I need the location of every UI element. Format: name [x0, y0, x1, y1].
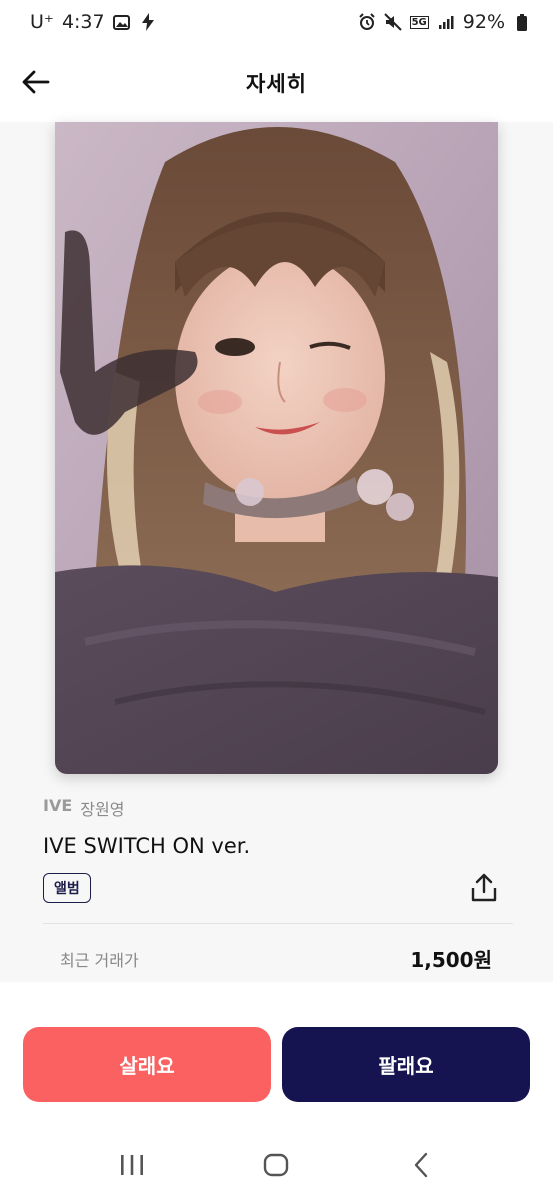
recent-price-row: 최근 거래가 1,500원 [60, 944, 492, 973]
top-app-bar: 자세히 [0, 44, 553, 122]
battery-icon [513, 13, 531, 31]
page-title: 자세히 [246, 72, 307, 96]
artist-line: IVE 장원영 [43, 796, 513, 820]
share-button[interactable] [469, 872, 499, 904]
status-left: U⁺ 4:37 [30, 11, 157, 33]
charging-bolt-icon [139, 13, 157, 31]
status-bar: U⁺ 4:37 5G 92% [0, 0, 553, 44]
product-info: IVE 장원영 IVE SWITCH ON ver. [43, 796, 513, 858]
sell-button[interactable]: 팔래요 [282, 1027, 530, 1102]
home-button[interactable] [252, 1141, 300, 1189]
signal-icon [437, 13, 455, 31]
system-back-button[interactable] [397, 1141, 445, 1189]
arrow-left-icon [22, 70, 50, 94]
recent-price-label: 최근 거래가 [60, 950, 139, 970]
back-button[interactable] [18, 64, 54, 100]
gallery-notification-icon [113, 13, 131, 31]
mute-icon [383, 13, 402, 31]
divider [43, 923, 513, 924]
home-icon [264, 1153, 289, 1177]
system-nav-bar [0, 1130, 553, 1200]
category-tag: 앨범 [43, 873, 91, 903]
member-name: 장원영 [80, 800, 125, 819]
recent-apps-icon [121, 1155, 144, 1175]
network-type-label: 5G [409, 15, 429, 29]
status-right: 5G 92% [358, 11, 531, 33]
photocard-image [55, 122, 498, 774]
carrier-label: U⁺ [30, 11, 54, 33]
buy-button[interactable]: 살래요 [23, 1027, 271, 1102]
tag-row: 앨범 [43, 872, 499, 904]
alarm-icon [358, 13, 376, 31]
status-time: 4:37 [61, 11, 105, 33]
group-name: IVE [43, 796, 73, 815]
back-icon [414, 1152, 428, 1178]
album-title: IVE SWITCH ON ver. [43, 834, 251, 858]
battery-percent: 92% [462, 11, 505, 33]
recent-apps-button[interactable] [108, 1141, 156, 1189]
share-icon [471, 873, 497, 902]
recent-price-value: 1,500원 [410, 948, 492, 972]
